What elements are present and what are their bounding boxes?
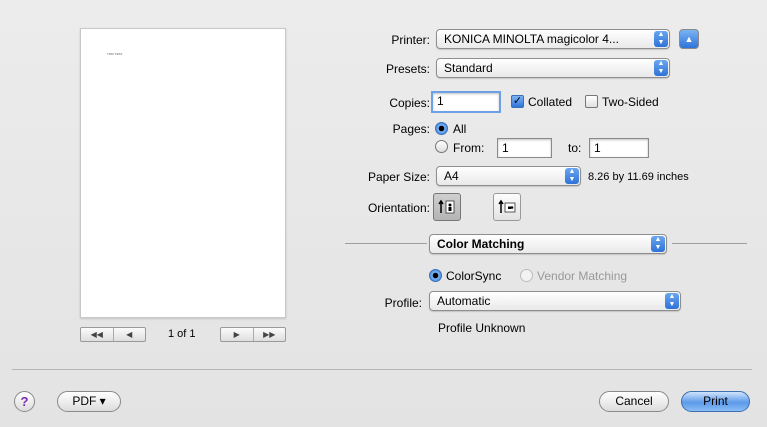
separator-left xyxy=(345,243,427,244)
popup-arrows-icon: ▲ ▼ xyxy=(651,236,665,252)
presets-popup[interactable]: Standard ▲ ▼ xyxy=(436,58,670,78)
paper-size-value: A4 xyxy=(444,169,459,183)
vendor-matching-label: Vendor Matching xyxy=(537,269,628,283)
pages-label: Pages: xyxy=(392,122,430,136)
pages-all-radio[interactable] xyxy=(435,122,448,135)
printer-value: KONICA MINOLTA magicolor 4... xyxy=(444,32,619,46)
portrait-orientation-icon xyxy=(438,199,455,214)
paper-dimensions: 8.26 by 11.69 inches xyxy=(588,171,689,183)
paper-size-label: Paper Size: xyxy=(367,170,430,184)
profile-status: Profile Unknown xyxy=(438,321,526,335)
printer-popup[interactable]: KONICA MINOLTA magicolor 4... ▲ ▼ xyxy=(436,29,670,49)
two-sided-checkbox[interactable] xyxy=(585,95,598,108)
presets-value: Standard xyxy=(444,61,493,75)
colorsync-radio[interactable] xyxy=(429,269,442,282)
page-preview: TWO TEST xyxy=(80,28,286,318)
collated-label: Collated xyxy=(528,95,573,109)
back-navigation-buttons: ◀◀ ◀ xyxy=(80,327,146,342)
vendor-matching-radio[interactable] xyxy=(520,269,533,282)
popup-arrows-icon: ▲ ▼ xyxy=(654,60,668,76)
section-value: Color Matching xyxy=(437,237,525,251)
footer-separator xyxy=(12,369,752,370)
portrait-button[interactable] xyxy=(433,193,461,221)
pages-to-label: to: xyxy=(568,141,582,155)
copies-field[interactable]: 1 xyxy=(431,91,501,113)
forward-navigation-buttons: ▶ ▶▶ xyxy=(220,327,286,342)
prev-page-icon[interactable]: ◀ xyxy=(114,328,146,341)
landscape-button[interactable] xyxy=(493,193,521,221)
colorsync-label: ColorSync xyxy=(446,269,502,283)
pages-all-label: All xyxy=(453,122,467,136)
paper-size-popup[interactable]: A4 ▲ ▼ xyxy=(436,166,581,186)
pdf-button[interactable]: PDF ▾ xyxy=(57,391,121,412)
profile-popup[interactable]: Automatic ▲ ▼ xyxy=(429,291,681,311)
disclosure-icon[interactable]: ▲ xyxy=(679,29,699,49)
page-counter: 1 of 1 xyxy=(168,328,196,340)
next-page-icon[interactable]: ▶ xyxy=(221,328,254,341)
print-dialog: TWO TEST ◀◀ ◀ 1 of 1 ▶ ▶▶ Printer: KONIC… xyxy=(0,0,767,427)
collated-checkbox[interactable]: ✓ xyxy=(511,95,524,108)
popup-arrows-icon: ▲ ▼ xyxy=(565,168,579,184)
pages-from-field[interactable]: 1 xyxy=(497,138,552,158)
copies-label: Copies: xyxy=(389,96,430,110)
pages-to-field[interactable]: 1 xyxy=(589,138,649,158)
cancel-button[interactable]: Cancel xyxy=(599,391,669,412)
orientation-label: Orientation: xyxy=(367,201,430,215)
separator-right xyxy=(672,243,747,244)
help-icon[interactable]: ? xyxy=(14,391,35,412)
profile-label: Profile: xyxy=(384,296,422,310)
presets-label: Presets: xyxy=(385,62,430,76)
preview-page-text: TWO TEST xyxy=(107,52,123,56)
landscape-orientation-icon xyxy=(498,199,516,213)
pages-from-label: From: xyxy=(453,141,485,155)
pages-from-radio[interactable] xyxy=(435,140,448,153)
popup-arrows-icon: ▲ ▼ xyxy=(654,31,668,47)
two-sided-label: Two-Sided xyxy=(602,95,659,109)
first-page-icon[interactable]: ◀◀ xyxy=(81,328,114,341)
popup-arrows-icon: ▲ ▼ xyxy=(665,293,679,309)
profile-value: Automatic xyxy=(437,294,491,308)
printer-label: Printer: xyxy=(391,33,430,47)
print-button[interactable]: Print xyxy=(681,391,750,412)
last-page-icon[interactable]: ▶▶ xyxy=(254,328,286,341)
section-popup[interactable]: Color Matching ▲ ▼ xyxy=(429,234,667,254)
